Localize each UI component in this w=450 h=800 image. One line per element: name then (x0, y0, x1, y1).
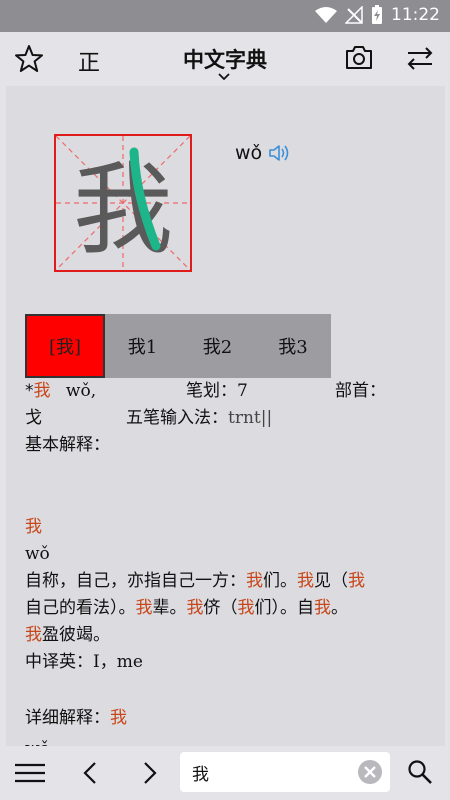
text-segment: 自称，自己，亦指自己一方： (25, 571, 246, 591)
highlight-char: 我 (314, 598, 331, 618)
tab-3[interactable]: 我3 (255, 314, 331, 378)
text-segment: 。 (331, 598, 348, 618)
entry-line-1: *我 wǒ, (25, 381, 97, 401)
tab-1[interactable]: 我1 (105, 314, 180, 378)
pinyin-text: wǒ (235, 142, 263, 164)
radical-label: 部首： (335, 381, 386, 401)
menu-icon[interactable] (14, 761, 46, 785)
search-input[interactable] (192, 760, 352, 784)
english-value: I，me (93, 652, 143, 672)
detail-pinyin-cutoff: wǒ (25, 736, 50, 746)
radical-value: 戈 (25, 408, 42, 428)
top-toolbar: 正 中文字典 (0, 32, 450, 86)
text-segment: 盈彼竭。 (42, 625, 110, 645)
chevron-down-icon[interactable] (216, 72, 232, 82)
bottom-toolbar (0, 746, 450, 800)
text-segment: 们）。自 (254, 598, 315, 618)
basic-line-1: 自称，自己，亦指自己一方：我们。我见（我 (25, 568, 365, 595)
source-tabs: [我] 我1 我2 我3 (25, 314, 331, 378)
tab-main[interactable]: [我] (25, 314, 105, 378)
wifi-icon (315, 7, 337, 23)
camera-icon[interactable] (344, 44, 374, 72)
status-bar: 11:22 (0, 0, 450, 32)
highlight-char: 我 (246, 571, 263, 591)
page-title[interactable]: 中文字典 (0, 44, 450, 74)
chevron-right-icon[interactable] (140, 760, 160, 786)
highlight-char: 我 (348, 571, 365, 591)
stroke-glyph: 我 (73, 151, 173, 268)
search-icon[interactable] (407, 759, 433, 785)
highlight-char: 我 (25, 625, 42, 645)
highlight-char: 我 (135, 598, 153, 618)
detail-char: 我 (110, 708, 127, 728)
close-icon (364, 766, 376, 778)
strokes-label: 笔划： (186, 381, 237, 401)
wubi-label: 五笔输入法： (126, 408, 228, 428)
strokes-value: 7 (237, 381, 248, 401)
highlight-char: 我 (237, 598, 255, 618)
stroke-animation-box[interactable]: 我 (54, 134, 192, 272)
dictionary-content[interactable]: 我 wǒ [我] 我1 我2 我3 *我 wǒ, 笔划：7 部首： 戈 五笔输入… (6, 86, 445, 746)
english-label: 中译英： (25, 652, 93, 672)
text-segment: 侪（ (203, 598, 238, 618)
highlight-char: 我 (186, 598, 204, 618)
basic-line-2: 自己的看法）。我辈。我侪（我们）。自我。 (25, 595, 348, 622)
basic-pinyin: wǒ (25, 544, 50, 564)
speaker-icon[interactable] (268, 143, 292, 163)
text-segment: 辈。 (152, 598, 187, 618)
clear-button[interactable] (358, 760, 382, 784)
basic-char: 我 (25, 517, 42, 537)
chevron-left-icon[interactable] (80, 760, 100, 786)
headword: 我 (33, 381, 51, 401)
swap-icon[interactable] (404, 44, 436, 72)
text-segment: 自己的看法）。 (25, 598, 136, 618)
battery-charging-icon (372, 5, 382, 24)
status-time: 11:22 (391, 5, 440, 25)
search-box[interactable] (180, 752, 390, 792)
entry-pinyin: wǒ, (65, 381, 97, 401)
highlight-char: 我 (297, 571, 314, 591)
detail-label: 详细解释： (25, 708, 110, 728)
text-segment: 们。 (263, 571, 297, 591)
basic-line-3: 我盈彼竭。 (25, 622, 110, 649)
tab-2[interactable]: 我2 (180, 314, 255, 378)
no-signal-icon (345, 6, 363, 24)
basic-label: 基本解释： (25, 435, 110, 455)
text-segment: 见（ (314, 571, 348, 591)
stroke-grid: 我 (55, 135, 191, 271)
wubi-value: trnt|| (228, 408, 273, 428)
